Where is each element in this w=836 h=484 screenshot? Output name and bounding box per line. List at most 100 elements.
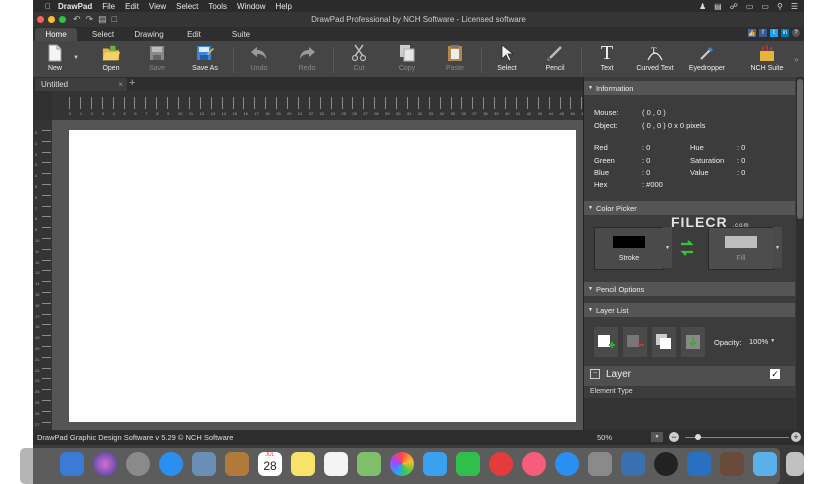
contacts-icon[interactable] (225, 452, 249, 476)
siri-icon[interactable] (93, 452, 117, 476)
swap-colors-button[interactable] (677, 231, 697, 265)
opacity-dropdown[interactable]: 100% ▼ (749, 334, 781, 348)
layer-expand-icon[interactable]: − (590, 369, 600, 379)
delete-layer-button[interactable] (623, 327, 647, 357)
pencil-options-header[interactable]: ▼ Pencil Options (584, 282, 795, 296)
search-icon[interactable]: ⚲ (777, 2, 783, 11)
menu-view[interactable]: View (149, 2, 166, 11)
news-icon[interactable] (489, 452, 513, 476)
close-document-icon[interactable]: × (118, 80, 123, 89)
fill-color-button[interactable]: Fill (708, 227, 774, 270)
pencil-tool-button[interactable]: Pencil (533, 44, 577, 76)
drawpad-icon[interactable] (687, 452, 711, 476)
system-preferences-icon[interactable] (588, 452, 612, 476)
color-picker-header[interactable]: ▼ Color Picker (584, 201, 795, 215)
redo-button[interactable]: Redo (285, 44, 329, 76)
menu-edit[interactable]: Edit (125, 2, 139, 11)
zoom-slider-knob[interactable] (695, 434, 701, 440)
ruler-tick-label: 42 (526, 111, 532, 116)
drawing-canvas[interactable] (69, 130, 576, 422)
apple-icon[interactable]:  (41, 2, 55, 11)
open-button[interactable]: Open (89, 44, 133, 76)
document-icon[interactable]: ▤ (714, 2, 722, 11)
duplicate-layer-button[interactable] (652, 327, 676, 357)
menu-select[interactable]: Select (176, 2, 198, 11)
undo-button[interactable]: Undo (237, 44, 281, 76)
launchpad-icon[interactable] (126, 452, 150, 476)
save-button[interactable]: Save (135, 44, 179, 76)
new-dropdown-arrow-icon[interactable]: ▼ (73, 55, 79, 61)
user-icon[interactable]: ♟ (699, 2, 706, 11)
add-layer-button[interactable] (594, 327, 618, 357)
menu-window[interactable]: Window (237, 2, 265, 11)
ruler-tick (42, 302, 51, 304)
notes-icon[interactable] (291, 452, 315, 476)
paste-button[interactable]: Paste (433, 44, 477, 76)
new-button[interactable]: New (33, 44, 77, 76)
cursor-arrow-icon (498, 44, 516, 62)
ruler-tick (42, 421, 51, 423)
tab-select[interactable]: Select (85, 28, 121, 41)
wifi-icon[interactable]: ☍ (730, 2, 738, 11)
ruler-tick (243, 97, 245, 109)
maps-icon[interactable] (357, 452, 381, 476)
ruler-tick (330, 97, 332, 109)
music-icon[interactable] (522, 452, 546, 476)
zoom-in-icon[interactable]: + (791, 432, 801, 442)
zoom-out-icon[interactable]: − (669, 432, 679, 442)
facetime-icon[interactable] (456, 452, 480, 476)
trash-icon[interactable] (786, 452, 804, 476)
menu-help[interactable]: Help (276, 2, 292, 11)
layer-list-header[interactable]: ▼ Layer List (584, 303, 795, 317)
airplay-icon[interactable]: ▭ (761, 2, 769, 11)
stroke-color-button[interactable]: Stroke (594, 227, 664, 270)
curved-text-tool-button[interactable]: T Curved Text (633, 44, 677, 76)
scrollbar-thumb[interactable] (797, 79, 803, 219)
calendar-icon[interactable]: JUL 28 (258, 452, 282, 476)
copy-button[interactable]: Copy (385, 44, 429, 76)
tab-drawing[interactable]: Drawing (129, 28, 169, 41)
like-icon[interactable]: 👍 (748, 29, 756, 37)
information-header[interactable]: ▼ Information (584, 81, 795, 95)
battery-icon[interactable]: ▭ (746, 2, 754, 11)
cut-button[interactable]: Cut (337, 44, 381, 76)
menu-file[interactable]: File (102, 2, 115, 11)
mountain-app-icon[interactable] (621, 452, 645, 476)
tab-suite[interactable]: Suite (225, 28, 257, 41)
app-store-icon[interactable] (555, 452, 579, 476)
list-icon[interactable]: ☰ (791, 2, 798, 11)
document-tab-untitled[interactable]: Untitled × (35, 78, 127, 91)
reminders-icon[interactable] (324, 452, 348, 476)
applications-folder-icon[interactable] (753, 452, 777, 476)
tab-home[interactable]: Home (35, 28, 77, 41)
fill-dropdown-arrow-icon[interactable]: ▼ (773, 227, 782, 268)
photos-icon[interactable] (390, 452, 414, 476)
save-as-button[interactable]: Save As (183, 44, 227, 76)
layer-row[interactable]: − Layer ✓ (584, 366, 795, 386)
add-document-icon[interactable]: + (129, 77, 135, 89)
merge-layer-button[interactable] (681, 327, 705, 357)
menu-tools[interactable]: Tools (208, 2, 227, 11)
nch-suite-button[interactable]: NCH Suite (745, 44, 789, 76)
text-tool-button[interactable]: T Text (585, 42, 629, 76)
zoom-slider[interactable] (685, 434, 789, 440)
tab-edit[interactable]: Edit (179, 28, 209, 41)
safari-icon[interactable] (159, 452, 183, 476)
photo-preview-icon[interactable] (192, 452, 216, 476)
menu-app-name[interactable]: DrawPad (58, 2, 92, 11)
linkedin-icon[interactable]: in (781, 29, 789, 37)
toolbar-overflow-icon[interactable]: » (794, 55, 798, 64)
panel-scrollbar[interactable] (796, 77, 804, 430)
messages-icon[interactable] (423, 452, 447, 476)
facebook-icon[interactable]: f (759, 29, 767, 37)
layer-visible-checkbox[interactable]: ✓ (770, 369, 780, 379)
zoom-dropdown-icon[interactable]: ▼ (651, 432, 663, 442)
eyedropper-tool-button[interactable]: Eyedropper (685, 44, 729, 76)
help-icon[interactable]: ? (792, 29, 800, 37)
twitter-icon[interactable]: t (770, 29, 778, 37)
drawing-app-icon[interactable] (654, 452, 678, 476)
select-tool-button[interactable]: Select (485, 44, 529, 76)
photo-thumbnail-icon[interactable] (720, 452, 744, 476)
finder-icon[interactable] (60, 452, 84, 476)
stroke-dropdown-arrow-icon[interactable]: ▼ (663, 227, 672, 268)
